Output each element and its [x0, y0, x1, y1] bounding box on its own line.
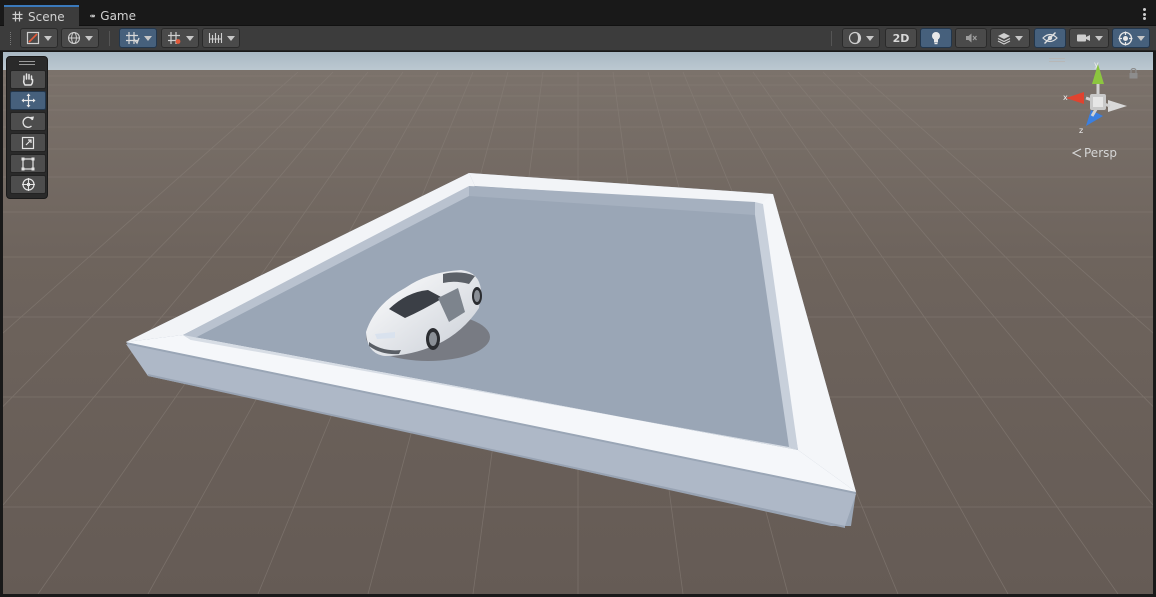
move-arrows-icon	[21, 93, 35, 108]
rect-transform-icon	[21, 157, 35, 170]
effects-dropdown[interactable]	[990, 28, 1030, 48]
tab-scene-label: Scene	[28, 9, 65, 24]
scene-render	[3, 52, 1153, 594]
hand-tool-button[interactable]	[10, 70, 46, 89]
increment-snap-dropdown[interactable]	[161, 28, 199, 48]
increment-snap-icon	[167, 32, 180, 44]
grid-hash-icon	[12, 11, 23, 22]
transform-all-icon	[21, 178, 35, 191]
window-tab-bar: Scene Game	[0, 0, 1156, 26]
toolbar-grip[interactable]	[10, 32, 12, 45]
gizmos-dropdown[interactable]	[1112, 28, 1150, 48]
toggle-2d-button[interactable]: 2D	[885, 28, 917, 48]
gamepad-icon	[90, 14, 96, 17]
axis-x-label: x	[1063, 93, 1068, 102]
draw-mode-icon	[26, 31, 40, 45]
panel-drag-handle[interactable]	[19, 61, 35, 65]
scene-viewport[interactable]	[3, 52, 1153, 594]
scale-tool-button[interactable]	[10, 133, 46, 152]
rotate-tool-button[interactable]	[10, 112, 46, 131]
toggle-2d-label: 2D	[892, 31, 910, 45]
axis-y-label: y	[1094, 60, 1099, 69]
projection-label: Persp	[1084, 146, 1117, 160]
camera-settings-dropdown[interactable]	[1069, 28, 1109, 48]
grid-ruler-dropdown[interactable]	[202, 28, 240, 48]
projection-toggle[interactable]: Persp	[1072, 146, 1117, 160]
tab-game-label: Game	[100, 8, 136, 23]
hand-icon	[22, 73, 34, 86]
grid-snap-icon	[125, 32, 140, 45]
tab-game[interactable]: Game	[82, 5, 144, 26]
orientation-gizmo[interactable]: y x z	[1058, 58, 1148, 148]
transform-tools-panel	[6, 56, 48, 199]
rotate-icon	[22, 116, 34, 128]
audio-mute-icon	[966, 33, 977, 43]
lock-icon[interactable]	[1129, 68, 1138, 79]
ruler-grid-icon	[208, 33, 222, 43]
scene-toolbar: 2D	[0, 26, 1156, 51]
rect-tool-button[interactable]	[10, 154, 46, 173]
scene-lighting-toggle[interactable]	[920, 28, 952, 48]
lightbulb-icon	[932, 32, 940, 45]
more-options-icon[interactable]	[1142, 8, 1146, 20]
hidden-objects-toggle[interactable]	[1034, 28, 1066, 48]
transform-tool-button[interactable]	[10, 175, 46, 194]
grid-snap-toggle[interactable]	[119, 28, 157, 48]
eye-slash-icon	[1042, 32, 1058, 44]
axis-z-label: z	[1079, 126, 1084, 135]
shading-mode-dropdown[interactable]	[842, 28, 880, 48]
camera-icon	[1076, 34, 1090, 42]
global-local-dropdown[interactable]	[61, 28, 99, 48]
globe-icon	[67, 31, 81, 45]
audio-toggle[interactable]	[955, 28, 987, 48]
move-tool-button[interactable]	[10, 91, 46, 110]
scale-icon	[21, 136, 35, 149]
perspective-icon	[1072, 148, 1082, 158]
tab-scene[interactable]: Scene	[4, 5, 79, 26]
draw-mode-dropdown[interactable]	[20, 28, 58, 48]
shading-mode-icon	[848, 31, 862, 45]
gizmos-icon	[1118, 31, 1132, 45]
effects-layers-icon	[997, 33, 1011, 45]
